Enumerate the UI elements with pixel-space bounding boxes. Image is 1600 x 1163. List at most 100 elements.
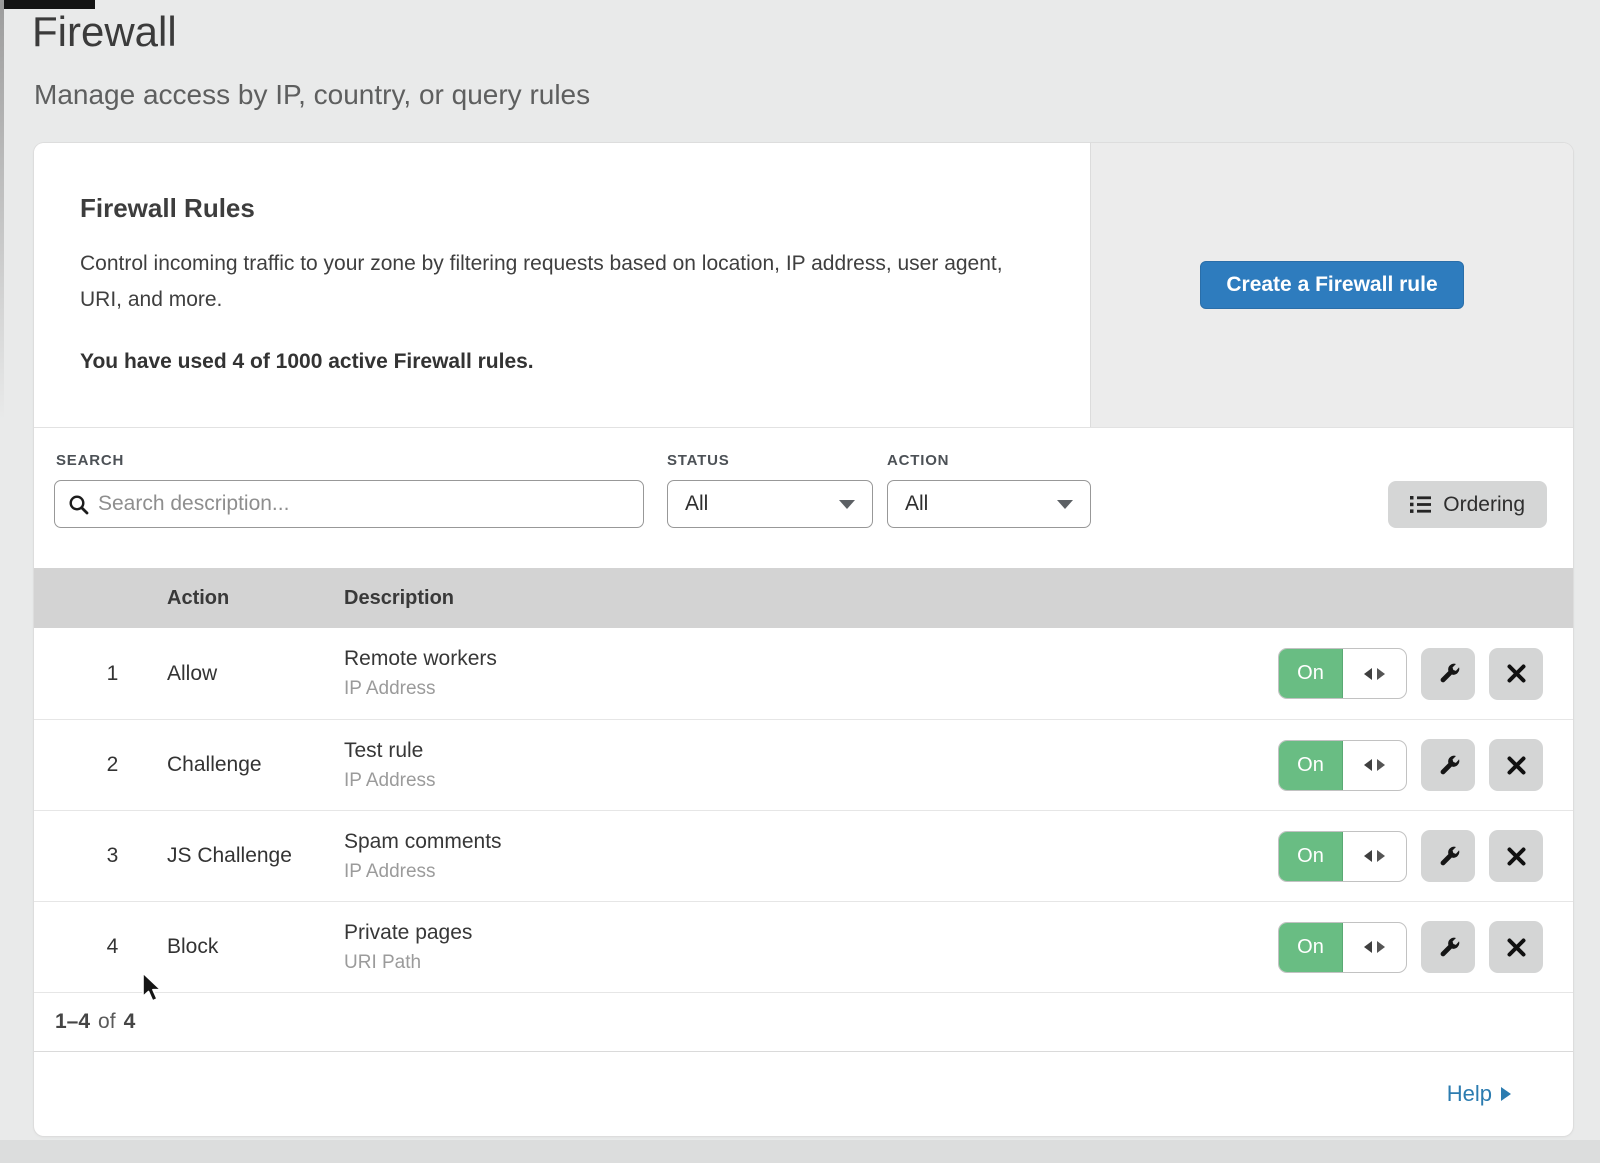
close-icon xyxy=(1507,664,1526,683)
toggle-drag-handle[interactable] xyxy=(1343,832,1406,881)
toggle-drag-handle[interactable] xyxy=(1343,741,1406,790)
rule-match-type: IP Address xyxy=(344,861,502,883)
pagination: 1–4 of 4 xyxy=(34,992,1573,1051)
toggle-on-segment[interactable]: On xyxy=(1279,649,1343,698)
page-subtitle: Manage access by IP, country, or query r… xyxy=(34,79,590,111)
rule-action: JS Challenge xyxy=(167,844,344,868)
intro-section: Firewall Rules Control incoming traffic … xyxy=(34,143,1573,428)
rule-description: Spam comments xyxy=(344,830,502,854)
delete-rule-button[interactable] xyxy=(1489,921,1543,973)
rule-enabled-toggle[interactable]: On xyxy=(1278,740,1407,791)
status-label: STATUS xyxy=(667,452,730,469)
status-selected-value: All xyxy=(685,492,708,516)
rule-description-block: Private pages URI Path xyxy=(344,921,472,974)
table-row: 4 Block Private pages URI Path On xyxy=(34,901,1573,992)
toggle-on-segment[interactable]: On xyxy=(1279,832,1343,881)
search-box[interactable] xyxy=(54,480,644,528)
table-row: 2 Challenge Test rule IP Address On xyxy=(34,719,1573,810)
rule-enabled-toggle[interactable]: On xyxy=(1278,831,1407,882)
rule-priority: 2 xyxy=(34,753,167,777)
chevron-down-icon xyxy=(839,500,855,509)
rule-description: Test rule xyxy=(344,739,436,763)
delete-rule-button[interactable] xyxy=(1489,830,1543,882)
help-link[interactable]: Help xyxy=(1447,1081,1511,1107)
action-selected-value: All xyxy=(905,492,928,516)
rule-description-block: Remote workers IP Address xyxy=(344,647,497,700)
page-title: Firewall xyxy=(32,8,177,56)
rules-list: 1 Allow Remote workers IP Address On xyxy=(34,628,1573,992)
rule-priority: 4 xyxy=(34,935,167,959)
search-label: SEARCH xyxy=(56,452,124,469)
close-icon xyxy=(1507,847,1526,866)
rule-description-block: Spam comments IP Address xyxy=(344,830,502,883)
triangle-right-icon xyxy=(1377,668,1385,680)
rule-description: Remote workers xyxy=(344,647,497,671)
rule-controls: On xyxy=(1278,739,1573,791)
triangle-right-icon xyxy=(1377,850,1385,862)
triangle-left-icon xyxy=(1364,668,1372,680)
chevron-down-icon xyxy=(1057,500,1073,509)
triangle-left-icon xyxy=(1364,850,1372,862)
create-firewall-rule-button[interactable]: Create a Firewall rule xyxy=(1200,261,1463,309)
wrench-icon xyxy=(1437,845,1460,868)
rule-description-block: Test rule IP Address xyxy=(344,739,436,792)
window-edge-artifact-left xyxy=(0,0,4,420)
rule-controls: On xyxy=(1278,921,1573,973)
rule-match-type: IP Address xyxy=(344,770,436,792)
pagination-total: 4 xyxy=(124,1010,136,1034)
rule-action: Block xyxy=(167,935,344,959)
intro-action-panel: Create a Firewall rule xyxy=(1090,143,1573,427)
triangle-right-icon xyxy=(1377,759,1385,771)
rule-description: Private pages xyxy=(344,921,472,945)
status-select[interactable]: All xyxy=(667,480,873,528)
toggle-drag-handle[interactable] xyxy=(1343,649,1406,698)
firewall-rules-card: Firewall Rules Control incoming traffic … xyxy=(34,143,1573,1136)
edit-rule-button[interactable] xyxy=(1421,648,1475,700)
rule-enabled-toggle[interactable]: On xyxy=(1278,922,1407,973)
edit-rule-button[interactable] xyxy=(1421,830,1475,882)
rule-priority: 1 xyxy=(34,662,167,686)
intro-description: Control incoming traffic to your zone by… xyxy=(80,246,1010,318)
table-row: 1 Allow Remote workers IP Address On xyxy=(34,628,1573,719)
rule-match-type: URI Path xyxy=(344,952,472,974)
triangle-left-icon xyxy=(1364,759,1372,771)
help-link-label: Help xyxy=(1447,1081,1492,1107)
ordering-button-label: Ordering xyxy=(1443,493,1525,517)
wrench-icon xyxy=(1437,936,1460,959)
list-icon xyxy=(1410,495,1431,514)
rule-controls: On xyxy=(1278,830,1573,882)
intro-text-block: Firewall Rules Control incoming traffic … xyxy=(34,143,1090,427)
close-icon xyxy=(1507,938,1526,957)
intro-title: Firewall Rules xyxy=(80,193,1010,224)
edit-rule-button[interactable] xyxy=(1421,739,1475,791)
rule-enabled-toggle[interactable]: On xyxy=(1278,648,1407,699)
card-footer: Help xyxy=(34,1051,1573,1135)
toggle-on-segment[interactable]: On xyxy=(1279,741,1343,790)
delete-rule-button[interactable] xyxy=(1489,648,1543,700)
usage-count: You have used 4 of 1000 active Firewall … xyxy=(80,350,1010,374)
search-input[interactable] xyxy=(98,492,630,516)
search-icon xyxy=(68,494,89,515)
rule-priority: 3 xyxy=(34,844,167,868)
toggle-drag-handle[interactable] xyxy=(1343,923,1406,972)
delete-rule-button[interactable] xyxy=(1489,739,1543,791)
ordering-button[interactable]: Ordering xyxy=(1388,481,1547,528)
close-icon xyxy=(1507,756,1526,775)
action-label: ACTION xyxy=(887,452,949,469)
rule-match-type: IP Address xyxy=(344,678,497,700)
table-row: 3 JS Challenge Spam comments IP Address … xyxy=(34,810,1573,901)
wrench-icon xyxy=(1437,662,1460,685)
pagination-of: of xyxy=(98,1010,116,1034)
rule-controls: On xyxy=(1278,648,1573,700)
triangle-right-icon xyxy=(1501,1087,1511,1101)
page-bottom-strip xyxy=(0,1140,1600,1163)
description-column-header: Description xyxy=(344,587,454,610)
edit-rule-button[interactable] xyxy=(1421,921,1475,973)
action-column-header: Action xyxy=(167,587,344,610)
toggle-on-segment[interactable]: On xyxy=(1279,923,1343,972)
rule-action: Challenge xyxy=(167,753,344,777)
wrench-icon xyxy=(1437,754,1460,777)
rule-action: Allow xyxy=(167,662,344,686)
action-select[interactable]: All xyxy=(887,480,1091,528)
triangle-left-icon xyxy=(1364,941,1372,953)
